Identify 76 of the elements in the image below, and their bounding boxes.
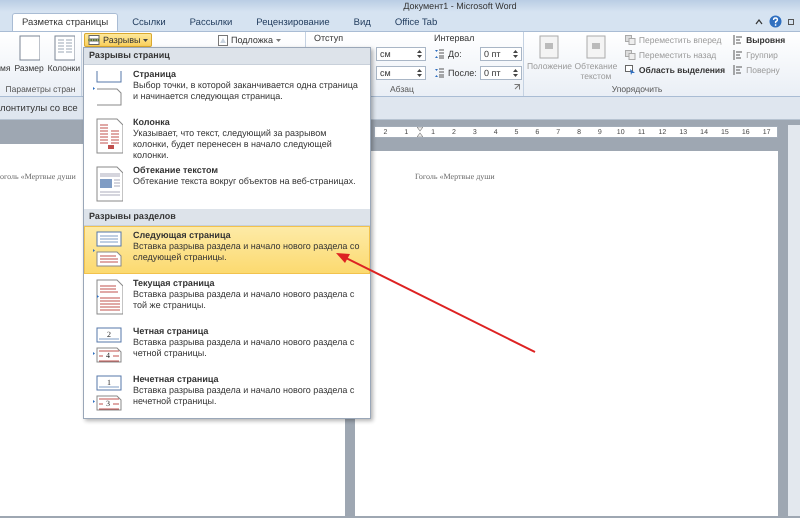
menu-item-title: Четная страница bbox=[133, 326, 210, 336]
menu-item-title: Следующая страница bbox=[133, 230, 232, 240]
dialog-launcher-icon bbox=[514, 84, 520, 90]
indent-field[interactable]: см bbox=[376, 47, 426, 61]
window-title: Документ1 - Microsoft Word bbox=[403, 1, 517, 11]
menu-item[interactable]: 2 4 Четная страница Вставка разрыва раздела и начало нового раздела с четной страницы. bbox=[84, 322, 370, 370]
ribbon-button[interactable]: Колонки bbox=[46, 33, 82, 84]
spinner-icon bbox=[417, 69, 422, 77]
menu-item-description: Вставка разрыва раздела и начало нового раздела с той же страницы. bbox=[133, 289, 356, 311]
ribbon-button[interactable]: Область выделения bbox=[620, 63, 730, 77]
ribbon-button[interactable]: Выровня bbox=[729, 33, 790, 47]
layers-icon bbox=[624, 35, 636, 45]
group-label: Абзац bbox=[390, 84, 414, 96]
spinner-icon bbox=[513, 69, 518, 77]
menu-item[interactable]: Колонка Указывает, что текст, следующий за разрывом колонки, будет перенесен в начало следующей колонки. bbox=[84, 113, 370, 161]
dropdown-caret-icon bbox=[276, 38, 281, 42]
help-icon bbox=[769, 15, 782, 28]
indent-label: Отступ bbox=[314, 33, 344, 43]
ribbon-tab[interactable]: Вид bbox=[344, 13, 381, 31]
ribbon-tab[interactable]: Ссылки bbox=[122, 13, 176, 31]
line-spacing-icon bbox=[434, 49, 444, 59]
page-break-icon bbox=[93, 69, 123, 106]
spinner-icon bbox=[417, 50, 422, 58]
menu-item-description: Выбор точки, в которой заканчивается одна страница и начинается следующая страница. bbox=[133, 80, 359, 102]
menu-item[interactable]: Обтекание текстом Обтекание текста вокруг объектов на веб-страницах. bbox=[84, 161, 370, 209]
menu-item[interactable]: Текущая страница Вставка разрыва раздела и начало нового раздела с той же страницы. bbox=[84, 274, 370, 322]
menu-section-header: Разрывы страниц bbox=[84, 48, 370, 65]
ribbon-button[interactable]: Размер bbox=[13, 33, 45, 84]
ribbon-button[interactable]: мя bbox=[0, 33, 12, 84]
text-wrap-icon bbox=[586, 35, 606, 59]
breaks-button[interactable]: Разрывы bbox=[84, 33, 152, 47]
menu-item[interactable]: 1 3 Нечетная страница Вставка разрыва раздела и начало нового раздела с нечетной страницы. bbox=[84, 370, 370, 418]
scroll-bar[interactable] bbox=[788, 125, 800, 516]
page-header-text: оголь «Мертвые души bbox=[0, 172, 76, 181]
page-break-icon bbox=[88, 35, 100, 45]
spinner-icon bbox=[513, 50, 518, 58]
group-label: Упорядочить bbox=[610, 84, 664, 96]
window-restore-icon bbox=[788, 18, 794, 24]
ribbon-tab[interactable]: Разметка страницы bbox=[12, 13, 118, 31]
ribbon-tab[interactable]: Рассылки bbox=[180, 13, 242, 31]
spacing-field[interactable]: 0 пт bbox=[480, 66, 522, 80]
page-header-text: Гоголь «Мертвые души bbox=[415, 172, 495, 181]
spacing-label: Интервал bbox=[434, 33, 476, 43]
ribbon-tab[interactable]: Рецензирование bbox=[246, 13, 340, 31]
columns-icon bbox=[52, 35, 75, 61]
indent-marker-icon bbox=[416, 127, 423, 137]
menu-item-title: Текущая страница bbox=[133, 278, 216, 288]
selection-pane-icon bbox=[624, 65, 636, 75]
menu-item-title: Страница bbox=[133, 69, 178, 79]
menu-item-description: Вставка разрыва раздела и начало нового раздела со следующей страницы. bbox=[133, 241, 360, 263]
header-footer-text: лонтитулы со все bbox=[0, 102, 78, 114]
collapse-ribbon-icon bbox=[755, 18, 763, 24]
align-icon bbox=[733, 35, 744, 45]
menu-item-title: Колонка bbox=[133, 117, 171, 127]
spacing-field-label: До: bbox=[448, 49, 463, 59]
menu-item-description: Вставка разрыва раздела и начало нового раздела с четной страницы. bbox=[133, 337, 356, 359]
menu-item[interactable]: Страница Выбор точки, в которой заканчивается одна страница и начинается следующая страница. bbox=[84, 65, 370, 113]
spacing-field-label: После: bbox=[448, 68, 476, 78]
indent-field[interactable]: см bbox=[376, 66, 426, 80]
menu-item-description: Обтекание текста вокруг объектов на веб-страницах. bbox=[133, 176, 357, 187]
menu-item-description: Вставка разрыва раздела и начало нового раздела с нечетной страницы. bbox=[133, 385, 356, 407]
next-page-icon bbox=[93, 230, 123, 267]
spacing-field[interactable]: 0 пт bbox=[480, 47, 522, 61]
line-spacing-icon bbox=[434, 68, 444, 78]
menu-item-title: Обтекание текстом bbox=[133, 165, 220, 175]
position-icon bbox=[539, 35, 560, 59]
menu-section-header: Разрывы разделов bbox=[84, 209, 370, 226]
group-label: Параметры стран bbox=[4, 84, 76, 96]
page-icon bbox=[18, 35, 40, 61]
menu-item-description: Указывает, что текст, следующий за разрывом колонки, будет перенесен в начало следующей колонки. bbox=[133, 128, 333, 161]
ribbon-tab[interactable]: Office Tab bbox=[384, 13, 448, 31]
menu-item[interactable]: Следующая страница Вставка разрыва раздела и начало нового раздела со следующей страницы. bbox=[84, 226, 370, 274]
watermark-button[interactable]: Подложка bbox=[214, 33, 285, 47]
menu-item-title: Нечетная страница bbox=[133, 374, 220, 384]
dropdown-caret-icon bbox=[143, 38, 148, 42]
layers-icon bbox=[624, 50, 636, 60]
